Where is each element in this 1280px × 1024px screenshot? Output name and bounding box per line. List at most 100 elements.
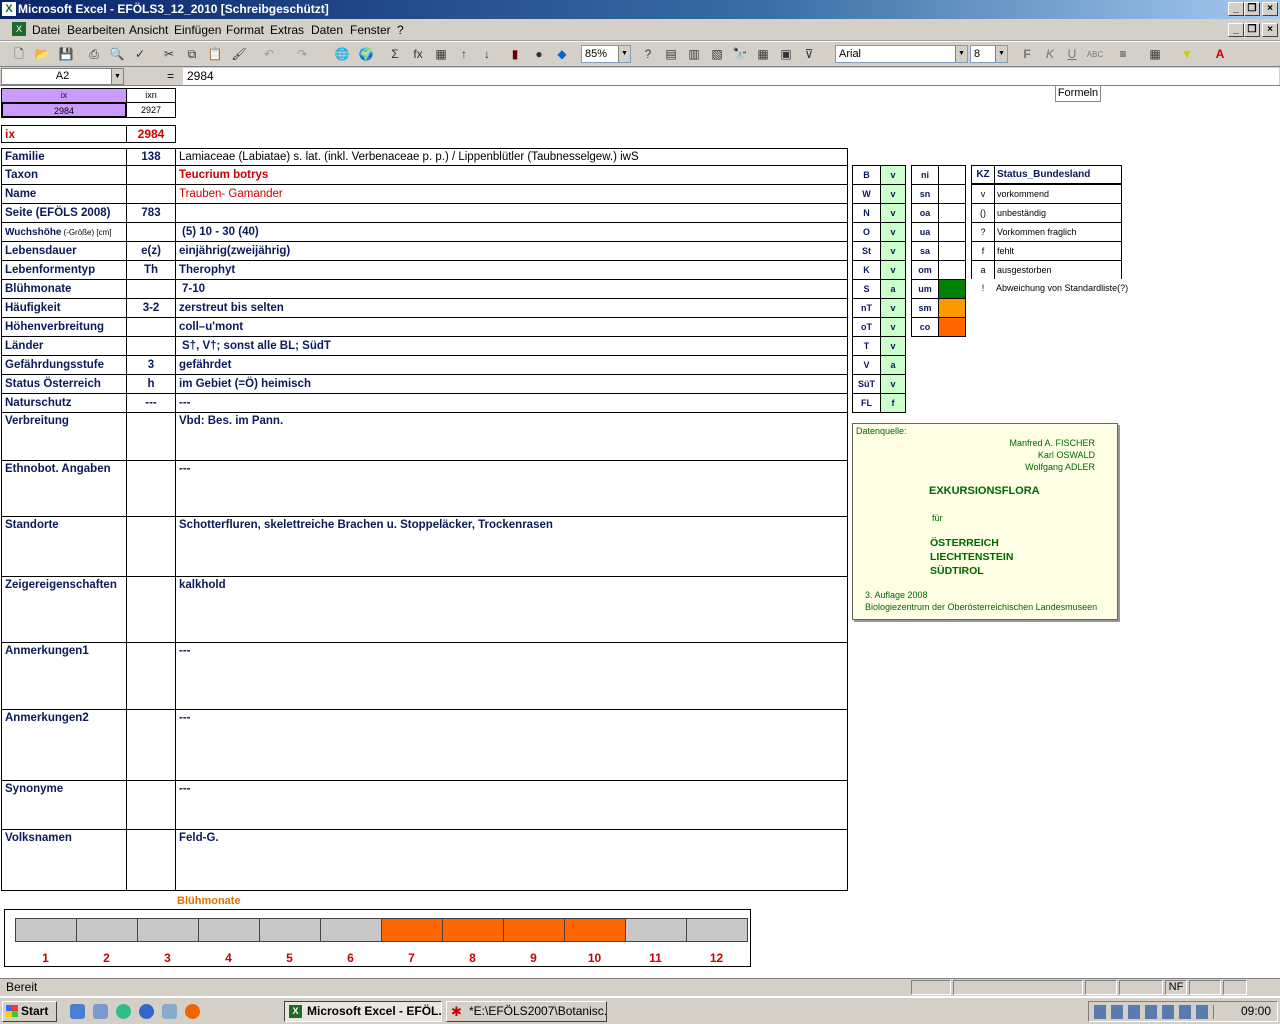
ixn-header-cell[interactable]: ixn: [126, 88, 176, 103]
chart-icon[interactable]: ▮: [506, 46, 524, 63]
zone-color-cell[interactable]: [938, 165, 966, 185]
row-code[interactable]: h: [126, 374, 176, 394]
menu-format[interactable]: Format: [226, 23, 264, 37]
save-icon[interactable]: 💾: [57, 46, 75, 63]
ix-value[interactable]: 2984: [126, 125, 176, 143]
menu-ansicht[interactable]: Ansicht: [129, 23, 168, 37]
zone-color-cell[interactable]: [938, 317, 966, 337]
state-value[interactable]: a: [880, 279, 906, 299]
row-value[interactable]: Vbd: Bes. im Pann.: [175, 412, 848, 461]
row-code[interactable]: [126, 184, 176, 204]
row-value[interactable]: ---: [175, 709, 848, 781]
formeln-button[interactable]: Formeln: [1055, 85, 1101, 102]
ie-icon[interactable]: [139, 1004, 154, 1019]
row-code[interactable]: e(z): [126, 241, 176, 261]
row-value[interactable]: S†, V†; sonst alle BL; SüdT: [175, 336, 848, 356]
chevron-down-icon[interactable]: ▼: [618, 46, 630, 62]
toolbar-icon-3[interactable]: ▧: [708, 46, 726, 63]
zone-color-cell[interactable]: [938, 241, 966, 261]
state-value[interactable]: v: [880, 317, 906, 337]
name-box[interactable]: A2 ▼: [1, 68, 124, 85]
state-value[interactable]: v: [880, 374, 906, 394]
menu-datei[interactable]: Datei: [32, 23, 60, 37]
row-value[interactable]: einjährig(zweijährig): [175, 241, 848, 261]
row-value[interactable]: coll–u'mont: [175, 317, 848, 337]
menu-help[interactable]: ?: [397, 23, 404, 37]
map-icon[interactable]: ●: [530, 46, 548, 63]
format-painter-icon[interactable]: 🖌: [230, 46, 248, 63]
row-code[interactable]: [126, 576, 176, 643]
find-icon[interactable]: 🔭: [731, 46, 749, 63]
row-value[interactable]: Schotterfluren, skelettreiche Brachen u.…: [175, 516, 848, 577]
row-code[interactable]: [126, 780, 176, 830]
ix-header-cell[interactable]: ix: [1, 88, 127, 103]
filter-icon[interactable]: ⊽: [800, 46, 818, 63]
menu-daten[interactable]: Daten: [311, 23, 343, 37]
doc-close-button[interactable]: ×: [1262, 23, 1278, 37]
quicklaunch-icon-2[interactable]: [93, 1004, 108, 1019]
chevron-down-icon[interactable]: ▼: [111, 69, 123, 84]
grid-icon[interactable]: ▦: [754, 46, 772, 63]
undo-icon[interactable]: ↶: [260, 46, 278, 63]
print-icon[interactable]: ⎙: [85, 46, 103, 63]
function-icon[interactable]: fx: [409, 46, 427, 63]
workbook-icon[interactable]: X: [12, 22, 26, 36]
zone-color-cell[interactable]: [938, 279, 966, 299]
state-value[interactable]: v: [880, 336, 906, 356]
start-button[interactable]: Start: [2, 1001, 57, 1022]
row-code[interactable]: 783: [126, 203, 176, 223]
formula-input[interactable]: 2984: [183, 68, 1279, 85]
row-code[interactable]: [126, 642, 176, 710]
font-color-icon[interactable]: A: [1211, 46, 1229, 63]
print-preview-icon[interactable]: 🔍: [108, 46, 126, 63]
row-code[interactable]: [126, 279, 176, 299]
menu-fenster[interactable]: Fenster: [350, 23, 391, 37]
open-icon[interactable]: 📂: [33, 46, 51, 63]
menu-bearbeiten[interactable]: Bearbeiten: [67, 23, 125, 37]
align-icon[interactable]: ≡: [1114, 46, 1132, 63]
insert-image-icon[interactable]: ▦: [432, 46, 450, 63]
state-value[interactable]: v: [880, 298, 906, 318]
state-value[interactable]: v: [880, 260, 906, 280]
drawing-icon[interactable]: ◆: [553, 46, 571, 63]
task-excel[interactable]: X Microsoft Excel - EFÖL...: [284, 1001, 442, 1022]
ixn-value-cell[interactable]: 2927: [126, 102, 176, 118]
row-value[interactable]: ---: [175, 780, 848, 830]
zone-color-cell[interactable]: [938, 203, 966, 223]
row-value[interactable]: Therophyt: [175, 260, 848, 280]
form-icon[interactable]: ▣: [777, 46, 795, 63]
row-value[interactable]: zerstreut bis selten: [175, 298, 848, 318]
row-code[interactable]: ---: [126, 393, 176, 413]
state-value[interactable]: f: [880, 393, 906, 413]
bold-icon[interactable]: F: [1018, 46, 1036, 63]
row-value[interactable]: gefährdet: [175, 355, 848, 375]
row-code[interactable]: [126, 709, 176, 781]
row-value[interactable]: Teucrium botrys: [175, 165, 848, 185]
zone-color-cell[interactable]: [938, 298, 966, 318]
minimize-button[interactable]: _: [1228, 2, 1244, 16]
row-code[interactable]: [126, 165, 176, 185]
row-code[interactable]: [126, 317, 176, 337]
redo-icon[interactable]: ↷: [293, 46, 311, 63]
sort-desc-icon[interactable]: ↓: [478, 46, 496, 63]
state-value[interactable]: a: [880, 355, 906, 375]
underline-icon[interactable]: U: [1063, 46, 1081, 63]
doc-minimize-button[interactable]: _: [1228, 23, 1244, 37]
menu-einfuegen[interactable]: Einfügen: [174, 23, 221, 37]
state-value[interactable]: v: [880, 203, 906, 223]
row-value[interactable]: im Gebiet (=Ö) heimisch: [175, 374, 848, 394]
restore-button[interactable]: ❐: [1244, 2, 1260, 16]
firefox-icon[interactable]: [185, 1004, 200, 1019]
menu-extras[interactable]: Extras: [270, 23, 304, 37]
row-code[interactable]: 3-2: [126, 298, 176, 318]
strikethrough-icon[interactable]: ABC: [1086, 46, 1104, 63]
row-value[interactable]: Trauben- Gamander: [175, 184, 848, 204]
state-value[interactable]: v: [880, 241, 906, 261]
row-value[interactable]: ---: [175, 393, 848, 413]
row-code[interactable]: 138: [126, 148, 176, 166]
row-code[interactable]: [126, 829, 176, 891]
sort-asc-icon[interactable]: ↑: [455, 46, 473, 63]
row-code[interactable]: [126, 412, 176, 461]
italic-icon[interactable]: K: [1041, 46, 1059, 63]
row-value[interactable]: 7-10: [175, 279, 848, 299]
